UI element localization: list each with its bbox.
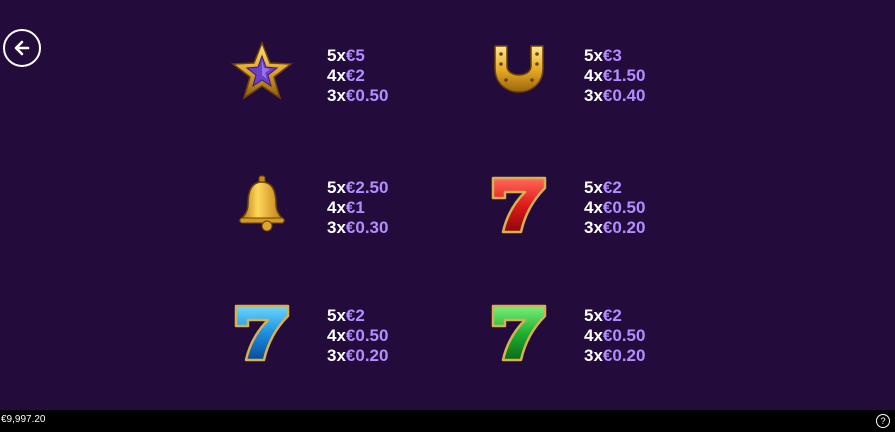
payout-row: 3x€0.20: [584, 218, 645, 238]
payout-list: 5x€3 4x€1.50 3x€0.40: [584, 46, 645, 106]
payout-count: 5x: [584, 306, 603, 325]
payout-amount: €2: [345, 66, 365, 85]
payout-row: 4x€2: [327, 66, 388, 86]
payout-amount: €0.40: [602, 86, 646, 105]
bottom-bar: €9,997.20 ?: [0, 410, 895, 432]
payout-row: 4x€1: [327, 198, 388, 218]
payout-count: 4x: [584, 326, 603, 345]
payout-amount: €0.50: [345, 86, 389, 105]
payout-count: 5x: [584, 178, 603, 197]
payout-row: 5x€5: [327, 46, 388, 66]
paytable-entry-red-seven: 5x€2 4x€0.50 3x€0.20: [487, 172, 747, 252]
payout-count: 5x: [327, 178, 346, 197]
payout-count: 3x: [327, 86, 346, 105]
payout-row: 4x€0.50: [584, 326, 645, 346]
payout-row: 4x€0.50: [584, 198, 645, 218]
payout-row: 5x€2: [584, 178, 645, 198]
payout-amount: €2: [345, 306, 365, 325]
payout-amount: €0.50: [345, 326, 389, 345]
payout-list: 5x€5 4x€2 3x€0.50: [327, 46, 388, 106]
payout-count: 4x: [584, 66, 603, 85]
bell-icon: [238, 175, 286, 232]
payout-count: 3x: [327, 346, 346, 365]
payout-list: 5x€2.50 4x€1 3x€0.30: [327, 178, 388, 238]
horseshoe-icon: [494, 45, 544, 93]
payout-amount: €0.50: [602, 326, 646, 345]
blue-seven-icon: [234, 304, 290, 362]
payout-count: 5x: [327, 306, 346, 325]
payout-amount: €2: [602, 306, 622, 325]
payout-amount: €5: [345, 46, 365, 65]
paytable-grid: 5x€5 4x€2 3x€0.50 5x€3 4x€1.50 3x€0.40 5…: [0, 0, 895, 410]
payout-count: 4x: [327, 198, 346, 217]
payout-amount: €0.30: [345, 218, 389, 237]
payout-row: 5x€2.50: [327, 178, 388, 198]
payout-row: 4x€0.50: [327, 326, 388, 346]
payout-row: 3x€0.50: [327, 86, 388, 106]
payout-amount: €0.50: [602, 198, 646, 217]
paytable-entry-star: 5x€5 4x€2 3x€0.50: [230, 40, 490, 120]
payout-amount: €3: [602, 46, 622, 65]
payout-row: 3x€0.40: [584, 86, 645, 106]
help-button[interactable]: ?: [876, 414, 890, 428]
payout-count: 3x: [584, 218, 603, 237]
green-seven-icon: [491, 304, 547, 362]
payout-count: 5x: [327, 46, 346, 65]
payout-row: 5x€2: [584, 306, 645, 326]
paytable-entry-blue-seven: 5x€2 4x€0.50 3x€0.20: [230, 300, 490, 380]
payout-count: 5x: [584, 46, 603, 65]
payout-count: 3x: [584, 86, 603, 105]
red-seven-icon: [491, 176, 547, 234]
payout-row: 3x€0.20: [584, 346, 645, 366]
paytable-entry-bell: 5x€2.50 4x€1 3x€0.30: [230, 172, 490, 252]
balance-display: €9,997.20: [1, 414, 46, 425]
paytable-entry-green-seven: 5x€2 4x€0.50 3x€0.20: [487, 300, 747, 380]
payout-row: 4x€1.50: [584, 66, 645, 86]
payout-row: 3x€0.30: [327, 218, 388, 238]
payout-count: 4x: [327, 66, 346, 85]
payout-list: 5x€2 4x€0.50 3x€0.20: [584, 306, 645, 366]
payout-row: 5x€3: [584, 46, 645, 66]
payout-amount: €0.20: [602, 218, 646, 237]
payout-row: 3x€0.20: [327, 346, 388, 366]
payout-list: 5x€2 4x€0.50 3x€0.20: [327, 306, 388, 366]
star-icon: [230, 40, 294, 100]
payout-count: 3x: [584, 346, 603, 365]
payout-list: 5x€2 4x€0.50 3x€0.20: [584, 178, 645, 238]
payout-count: 3x: [327, 218, 346, 237]
payout-amount: €2: [602, 178, 622, 197]
payout-count: 4x: [327, 326, 346, 345]
payout-count: 4x: [584, 198, 603, 217]
payout-amount: €2.50: [345, 178, 389, 197]
payout-amount: €1.50: [602, 66, 646, 85]
payout-amount: €1: [345, 198, 365, 217]
payout-amount: €0.20: [602, 346, 646, 365]
payout-row: 5x€2: [327, 306, 388, 326]
payout-amount: €0.20: [345, 346, 389, 365]
paytable-entry-horseshoe: 5x€3 4x€1.50 3x€0.40: [487, 40, 747, 120]
